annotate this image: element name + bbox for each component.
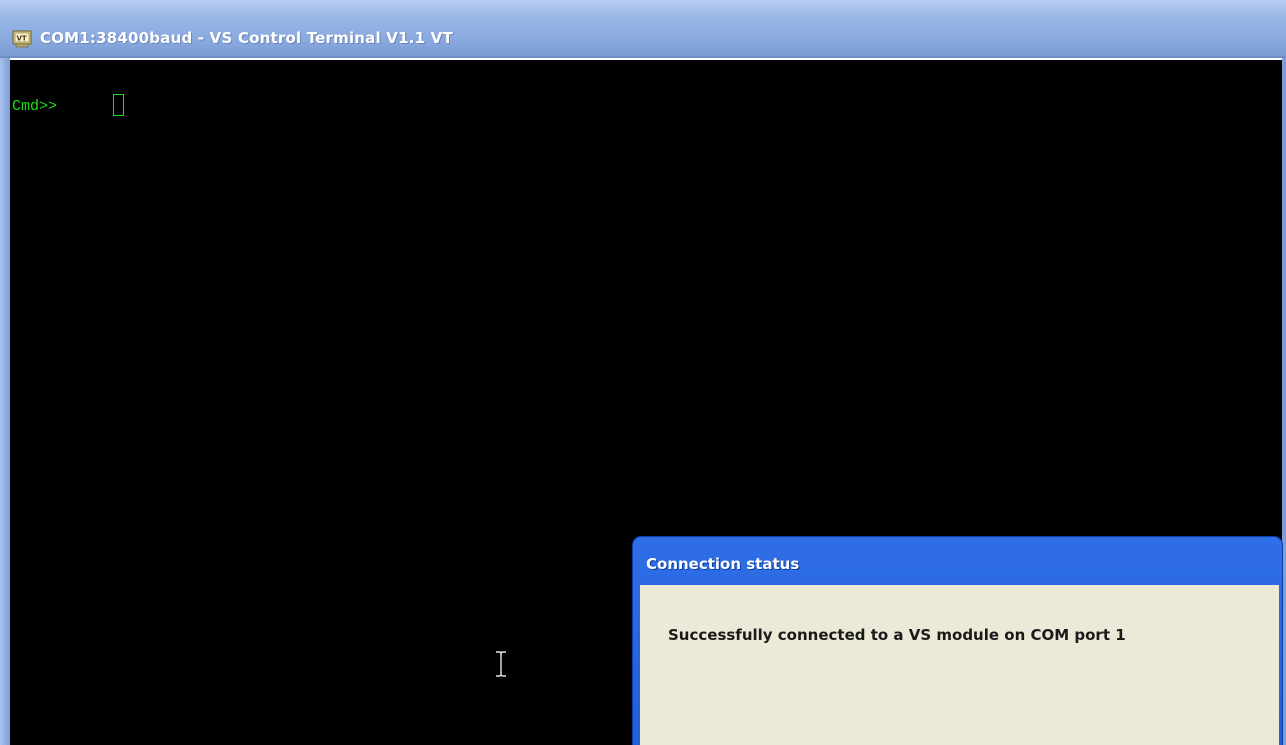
title-bar[interactable]: VT COM1:38400baud - VS Control Terminal … [0, 0, 1286, 58]
text-cursor [113, 94, 124, 116]
dialog-body: Successfully connected to a VS module on… [640, 585, 1279, 745]
connection-status-dialog[interactable]: Connection status Successfully connected… [633, 537, 1282, 745]
window-frame-left [0, 58, 10, 745]
dialog-title: Connection status [646, 555, 800, 573]
window-frame-right [1282, 58, 1286, 745]
dialog-message: Successfully connected to a VS module on… [668, 626, 1126, 644]
window-title: COM1:38400baud - VS Control Terminal V1.… [40, 29, 453, 47]
command-prompt: Cmd>> [12, 98, 67, 115]
terminal-window: VT COM1:38400baud - VS Control Terminal … [0, 0, 1286, 745]
ibeam-cursor-icon [494, 650, 508, 678]
svg-text:VT: VT [17, 35, 27, 43]
vt-app-icon[interactable]: VT [12, 30, 32, 48]
